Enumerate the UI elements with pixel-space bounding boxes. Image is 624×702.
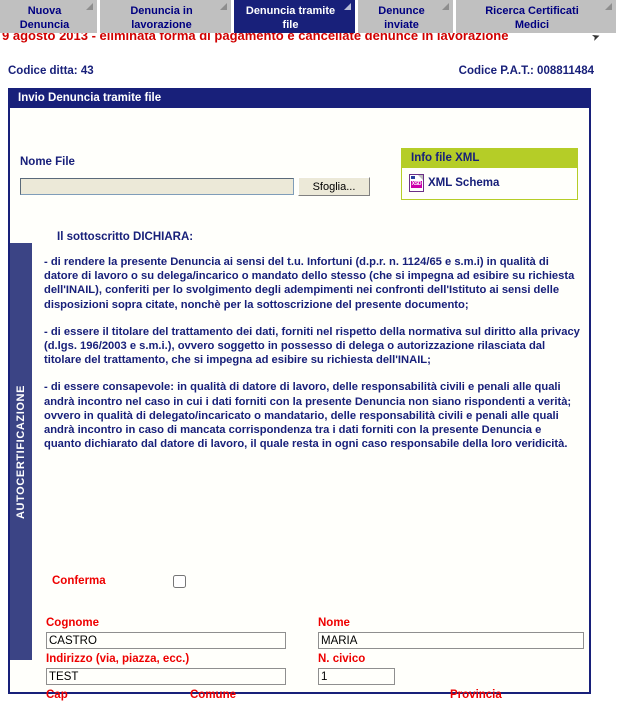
company-code-row: Codice ditta: 43 Codice P.A.T.: 00881148… bbox=[0, 63, 624, 85]
mouse-cursor-icon: ➤ bbox=[590, 33, 603, 45]
news-marquee: 9 agosto 2013 - eliminata forma di pagam… bbox=[0, 33, 624, 47]
tab-ricerca-certificati-medici[interactable]: Ricerca Certificati Medici bbox=[456, 0, 616, 33]
tab-corner-icon bbox=[605, 3, 612, 10]
panel-body: Nome File Sfoglia... Info file XML XSD X… bbox=[10, 108, 589, 701]
application-page: Nuova Denuncia Denuncia in lavorazione Den… bbox=[0, 0, 624, 702]
indirizzo-input[interactable] bbox=[46, 668, 286, 685]
nome-field-group: Nome bbox=[318, 613, 584, 649]
main-tab-bar: Nuova Denuncia Denuncia in lavorazione Den… bbox=[0, 0, 624, 33]
civico-field-group: N. civico bbox=[318, 649, 395, 685]
conferma-checkbox[interactable] bbox=[173, 575, 186, 588]
tab-nuova-denuncia[interactable]: Nuova Denuncia bbox=[0, 0, 98, 33]
autocertificazione-sidebar: AUTOCERTIFICAZIONE bbox=[10, 243, 32, 660]
panel-title: Invio Denuncia tramite file bbox=[10, 90, 589, 108]
declaration-title: Il sottoscritto DICHIARA: bbox=[57, 231, 194, 243]
tab-corner-icon bbox=[86, 3, 93, 10]
tab-label: Denuncia in lavorazione bbox=[130, 5, 193, 31]
autocertificazione-form: Cognome Nome Indirizzo (via, piazza, ecc… bbox=[46, 613, 586, 702]
form-row-indirizzo: Indirizzo (via, piazza, ecc.) N. civico bbox=[46, 649, 586, 685]
cap-field-group: Cap bbox=[46, 685, 91, 702]
form-row-nominativo: Cognome Nome bbox=[46, 613, 586, 649]
nome-input[interactable] bbox=[318, 632, 584, 649]
nome-file-label: Nome File bbox=[20, 156, 75, 168]
declaration-paragraph: - di essere consapevole: in qualità di d… bbox=[44, 381, 572, 451]
declaration-paragraph: - di rendere la presente Denuncia ai sen… bbox=[44, 256, 575, 311]
tab-label: Denuncia tramite file bbox=[245, 5, 336, 31]
cap-label: Cap bbox=[46, 689, 68, 701]
info-file-xml-body: XSD XML Schema bbox=[402, 168, 577, 199]
browse-button[interactable]: Sfoglia... bbox=[298, 177, 370, 196]
cognome-field-group: Cognome bbox=[46, 613, 286, 649]
declaration-block: Il sottoscritto DICHIARA: - di rendere l… bbox=[44, 231, 580, 464]
conferma-label: Conferma bbox=[52, 575, 106, 587]
codice-ditta: Codice ditta: 43 bbox=[8, 65, 94, 77]
info-file-xml-box: Info file XML XSD XML Schema bbox=[401, 148, 578, 200]
invio-denuncia-panel: Invio Denuncia tramite file Nome File Sf… bbox=[8, 88, 591, 701]
xsd-file-icon: XSD bbox=[409, 174, 424, 192]
codice-pat: Codice P.A.T.: 008811484 bbox=[458, 65, 594, 77]
civico-label: N. civico bbox=[318, 653, 366, 665]
tab-corner-icon bbox=[344, 3, 351, 10]
autocertificazione-label: AUTOCERTIFICAZIONE bbox=[15, 384, 27, 519]
news-marquee-text: 9 agosto 2013 - eliminata forma di pagam… bbox=[2, 33, 509, 43]
indirizzo-field-group: Indirizzo (via, piazza, ecc.) bbox=[46, 649, 286, 685]
civico-input[interactable] bbox=[318, 668, 395, 685]
provincia-label: Provincia bbox=[450, 689, 502, 701]
declaration-paragraph: - di essere il titolare del trattamento … bbox=[44, 325, 580, 367]
tab-denunce-inviate[interactable]: Denunce inviate bbox=[358, 0, 454, 33]
tab-label: Nuova Denuncia bbox=[19, 5, 70, 31]
file-name-input[interactable] bbox=[20, 178, 294, 195]
xml-schema-link[interactable]: XML Schema bbox=[428, 177, 499, 189]
tab-label: Ricerca Certificati Medici bbox=[485, 5, 579, 31]
comune-label: Comune bbox=[190, 689, 236, 701]
provincia-field-group: Provincia bbox=[450, 685, 502, 702]
comune-field-group: Comune bbox=[190, 685, 444, 702]
cognome-input[interactable] bbox=[46, 632, 286, 649]
cognome-label: Cognome bbox=[46, 617, 100, 629]
info-file-xml-header: Info file XML bbox=[402, 149, 577, 168]
tab-corner-icon bbox=[442, 3, 449, 10]
tab-label: Denunce inviate bbox=[378, 5, 425, 31]
tab-corner-icon bbox=[220, 3, 227, 10]
tab-denuncia-in-lavorazione[interactable]: Denuncia in lavorazione bbox=[100, 0, 232, 33]
tab-denuncia-tramite-file[interactable]: Denuncia tramite file bbox=[234, 0, 356, 33]
indirizzo-label: Indirizzo (via, piazza, ecc.) bbox=[46, 653, 190, 665]
nome-label: Nome bbox=[318, 617, 350, 629]
form-row-localita: Cap Comune Provincia bbox=[46, 685, 586, 702]
